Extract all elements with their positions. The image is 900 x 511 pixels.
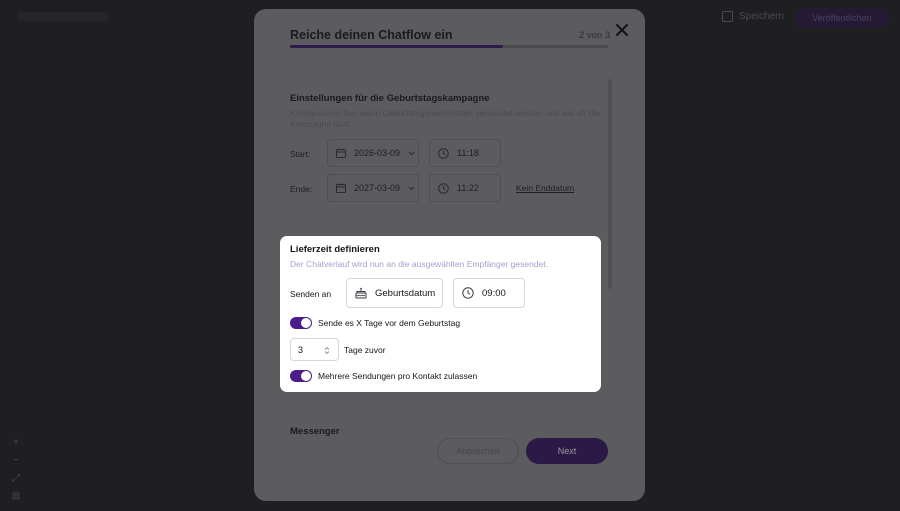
clock-icon xyxy=(462,287,474,299)
end-time-picker[interactable]: 11:22 xyxy=(429,174,501,202)
send-to-select[interactable]: Geburtsdatum xyxy=(346,278,443,308)
end-label: Ende: xyxy=(290,184,313,194)
save-icon xyxy=(722,11,733,22)
delivery-time-value: 09:00 xyxy=(482,287,506,299)
step-indicator: 2 von 3 xyxy=(579,30,611,41)
days-input[interactable]: 3 xyxy=(290,338,339,361)
publish-button[interactable]: Veröffentlichen xyxy=(795,8,889,28)
messenger-title: Messenger xyxy=(290,426,340,437)
close-icon[interactable] xyxy=(615,23,629,37)
no-end-date-link[interactable]: Kein Enddatum xyxy=(516,183,574,193)
stepper-icon[interactable] xyxy=(324,346,330,355)
fit-view-icon[interactable]: ⤢ xyxy=(9,473,23,484)
delivery-time-description: Der Chatverlauf wird nun an die ausgewäh… xyxy=(290,259,548,269)
start-label: Start: xyxy=(290,149,311,159)
chevron-down-icon xyxy=(408,186,415,190)
scrollbar[interactable] xyxy=(608,79,612,289)
next-button[interactable]: Next xyxy=(526,438,608,464)
days-suffix: Tage zuvor xyxy=(344,345,386,355)
calendar-icon xyxy=(336,148,346,158)
days-value: 3 xyxy=(298,344,304,355)
toggle-knob xyxy=(301,318,311,328)
breadcrumb xyxy=(18,12,108,21)
grid-icon[interactable]: ⊞ xyxy=(9,491,23,502)
start-date-value: 2026-03-09 xyxy=(354,148,401,158)
progress-fill xyxy=(290,45,504,48)
multiple-sends-label: Mehrere Sendungen pro Kontakt zulassen xyxy=(318,371,478,381)
progress-bar xyxy=(290,45,608,48)
send-to-label: Senden an xyxy=(290,289,332,299)
clock-icon xyxy=(438,182,449,194)
cancel-button[interactable]: Abbrechen xyxy=(437,438,519,464)
multiple-sends-toggle[interactable] xyxy=(290,370,312,382)
modal-title: Reiche deinen Chatflow ein xyxy=(290,28,453,42)
end-date-picker[interactable]: 2027-03-09 xyxy=(327,174,419,202)
canvas-toolbar: + − ⤢ ⊞ xyxy=(9,437,23,502)
birthday-cake-icon xyxy=(355,287,367,299)
start-date-picker[interactable]: 2026-03-09 xyxy=(327,139,419,167)
start-time-value: 11:18 xyxy=(457,148,479,158)
save-label: Speichern xyxy=(739,11,785,22)
send-to-value: Geburtsdatum xyxy=(375,287,436,299)
calendar-icon xyxy=(336,183,346,193)
end-time-value: 11:22 xyxy=(457,183,479,193)
zoom-out-icon[interactable]: − xyxy=(9,455,23,466)
days-before-toggle[interactable] xyxy=(290,317,312,329)
save-button[interactable]: Speichern xyxy=(722,11,784,22)
campaign-settings-description: Konfigurieren Sie, wann Geburtstagsnachr… xyxy=(290,108,600,129)
end-date-value: 2027-03-09 xyxy=(354,183,401,193)
delivery-time-card: Lieferzeit definieren Der Chatverlauf wi… xyxy=(280,236,601,392)
toggle-knob xyxy=(301,371,311,381)
clock-icon xyxy=(438,147,449,159)
days-before-label: Sende es X Tage vor dem Geburtstag xyxy=(318,318,461,328)
delivery-time-picker[interactable]: 09:00 xyxy=(453,278,525,308)
campaign-settings-title: Einstellungen für die Geburtstagskampagn… xyxy=(290,93,490,104)
start-time-picker[interactable]: 11:18 xyxy=(429,139,501,167)
delivery-time-title: Lieferzeit definieren xyxy=(290,244,380,255)
zoom-in-icon[interactable]: + xyxy=(9,437,23,448)
chevron-down-icon xyxy=(408,151,415,155)
